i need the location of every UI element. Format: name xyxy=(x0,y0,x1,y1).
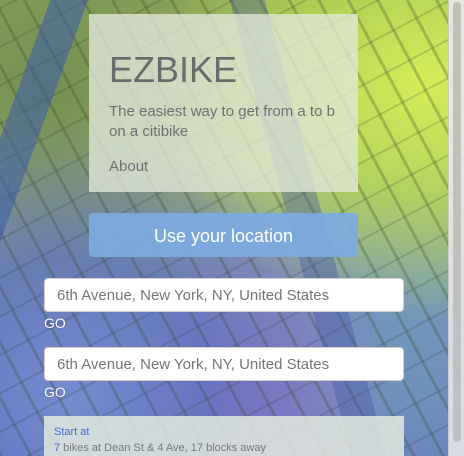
results-panel: Start at 7 bikes at Dean St & 4 Ave, 17 … xyxy=(44,416,404,456)
results-detail: bikes at Dean St & 4 Ave, 17 blocks away xyxy=(60,442,266,454)
go-start-link[interactable]: GO xyxy=(44,315,66,331)
page-scrollbar[interactable] xyxy=(448,0,464,456)
results-heading: Start at xyxy=(54,426,90,438)
use-location-button[interactable]: Use your location xyxy=(89,213,358,257)
end-address-input[interactable] xyxy=(44,347,404,381)
start-address-input[interactable] xyxy=(44,278,404,312)
results-line: 7 bikes at Dean St & 4 Ave, 17 blocks aw… xyxy=(54,442,394,454)
about-link[interactable]: About xyxy=(109,158,148,175)
tagline: The easiest way to get from a to b on a … xyxy=(109,103,335,140)
header-card: EZBIKE The easiest way to get from a to … xyxy=(89,14,358,192)
scrollbar-thumb[interactable] xyxy=(453,2,461,442)
go-end-link[interactable]: GO xyxy=(44,384,66,400)
app-title: EZBIKE xyxy=(109,49,238,90)
